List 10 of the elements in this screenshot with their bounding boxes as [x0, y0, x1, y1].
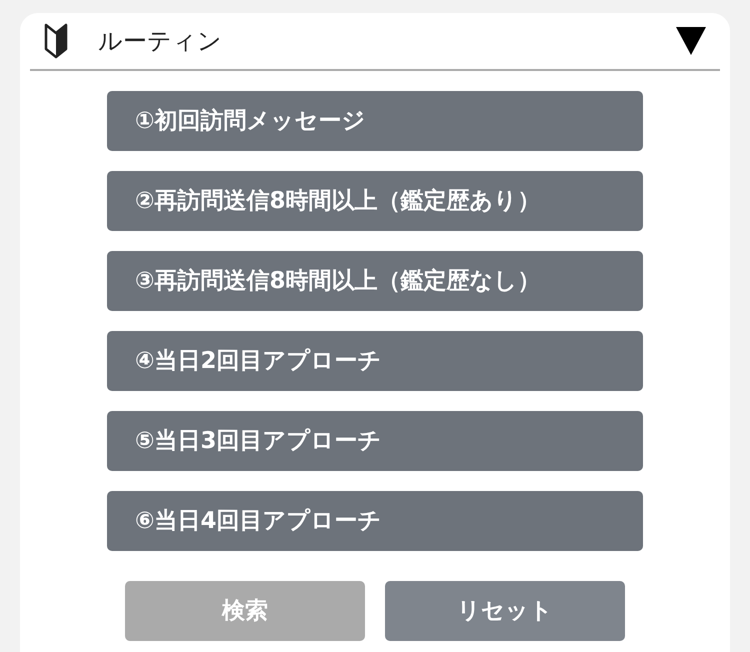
- routine-button[interactable]: ②再訪問送信8時間以上（鑑定歴あり）: [107, 171, 643, 231]
- routine-button[interactable]: ③再訪問送信8時間以上（鑑定歴なし）: [107, 251, 643, 311]
- panel-title: ルーティン: [98, 26, 223, 57]
- routine-button[interactable]: ①初回訪問メッセージ: [107, 91, 643, 151]
- caret-icon[interactable]: [676, 27, 706, 55]
- routine-button[interactable]: ⑥当日4回目アプローチ: [107, 491, 643, 551]
- action-button[interactable]: リセット: [385, 581, 625, 641]
- routine-button[interactable]: ⑤当日3回目アプローチ: [107, 411, 643, 471]
- leaf-icon: [44, 23, 68, 59]
- routine-button[interactable]: ④当日2回目アプローチ: [107, 331, 643, 391]
